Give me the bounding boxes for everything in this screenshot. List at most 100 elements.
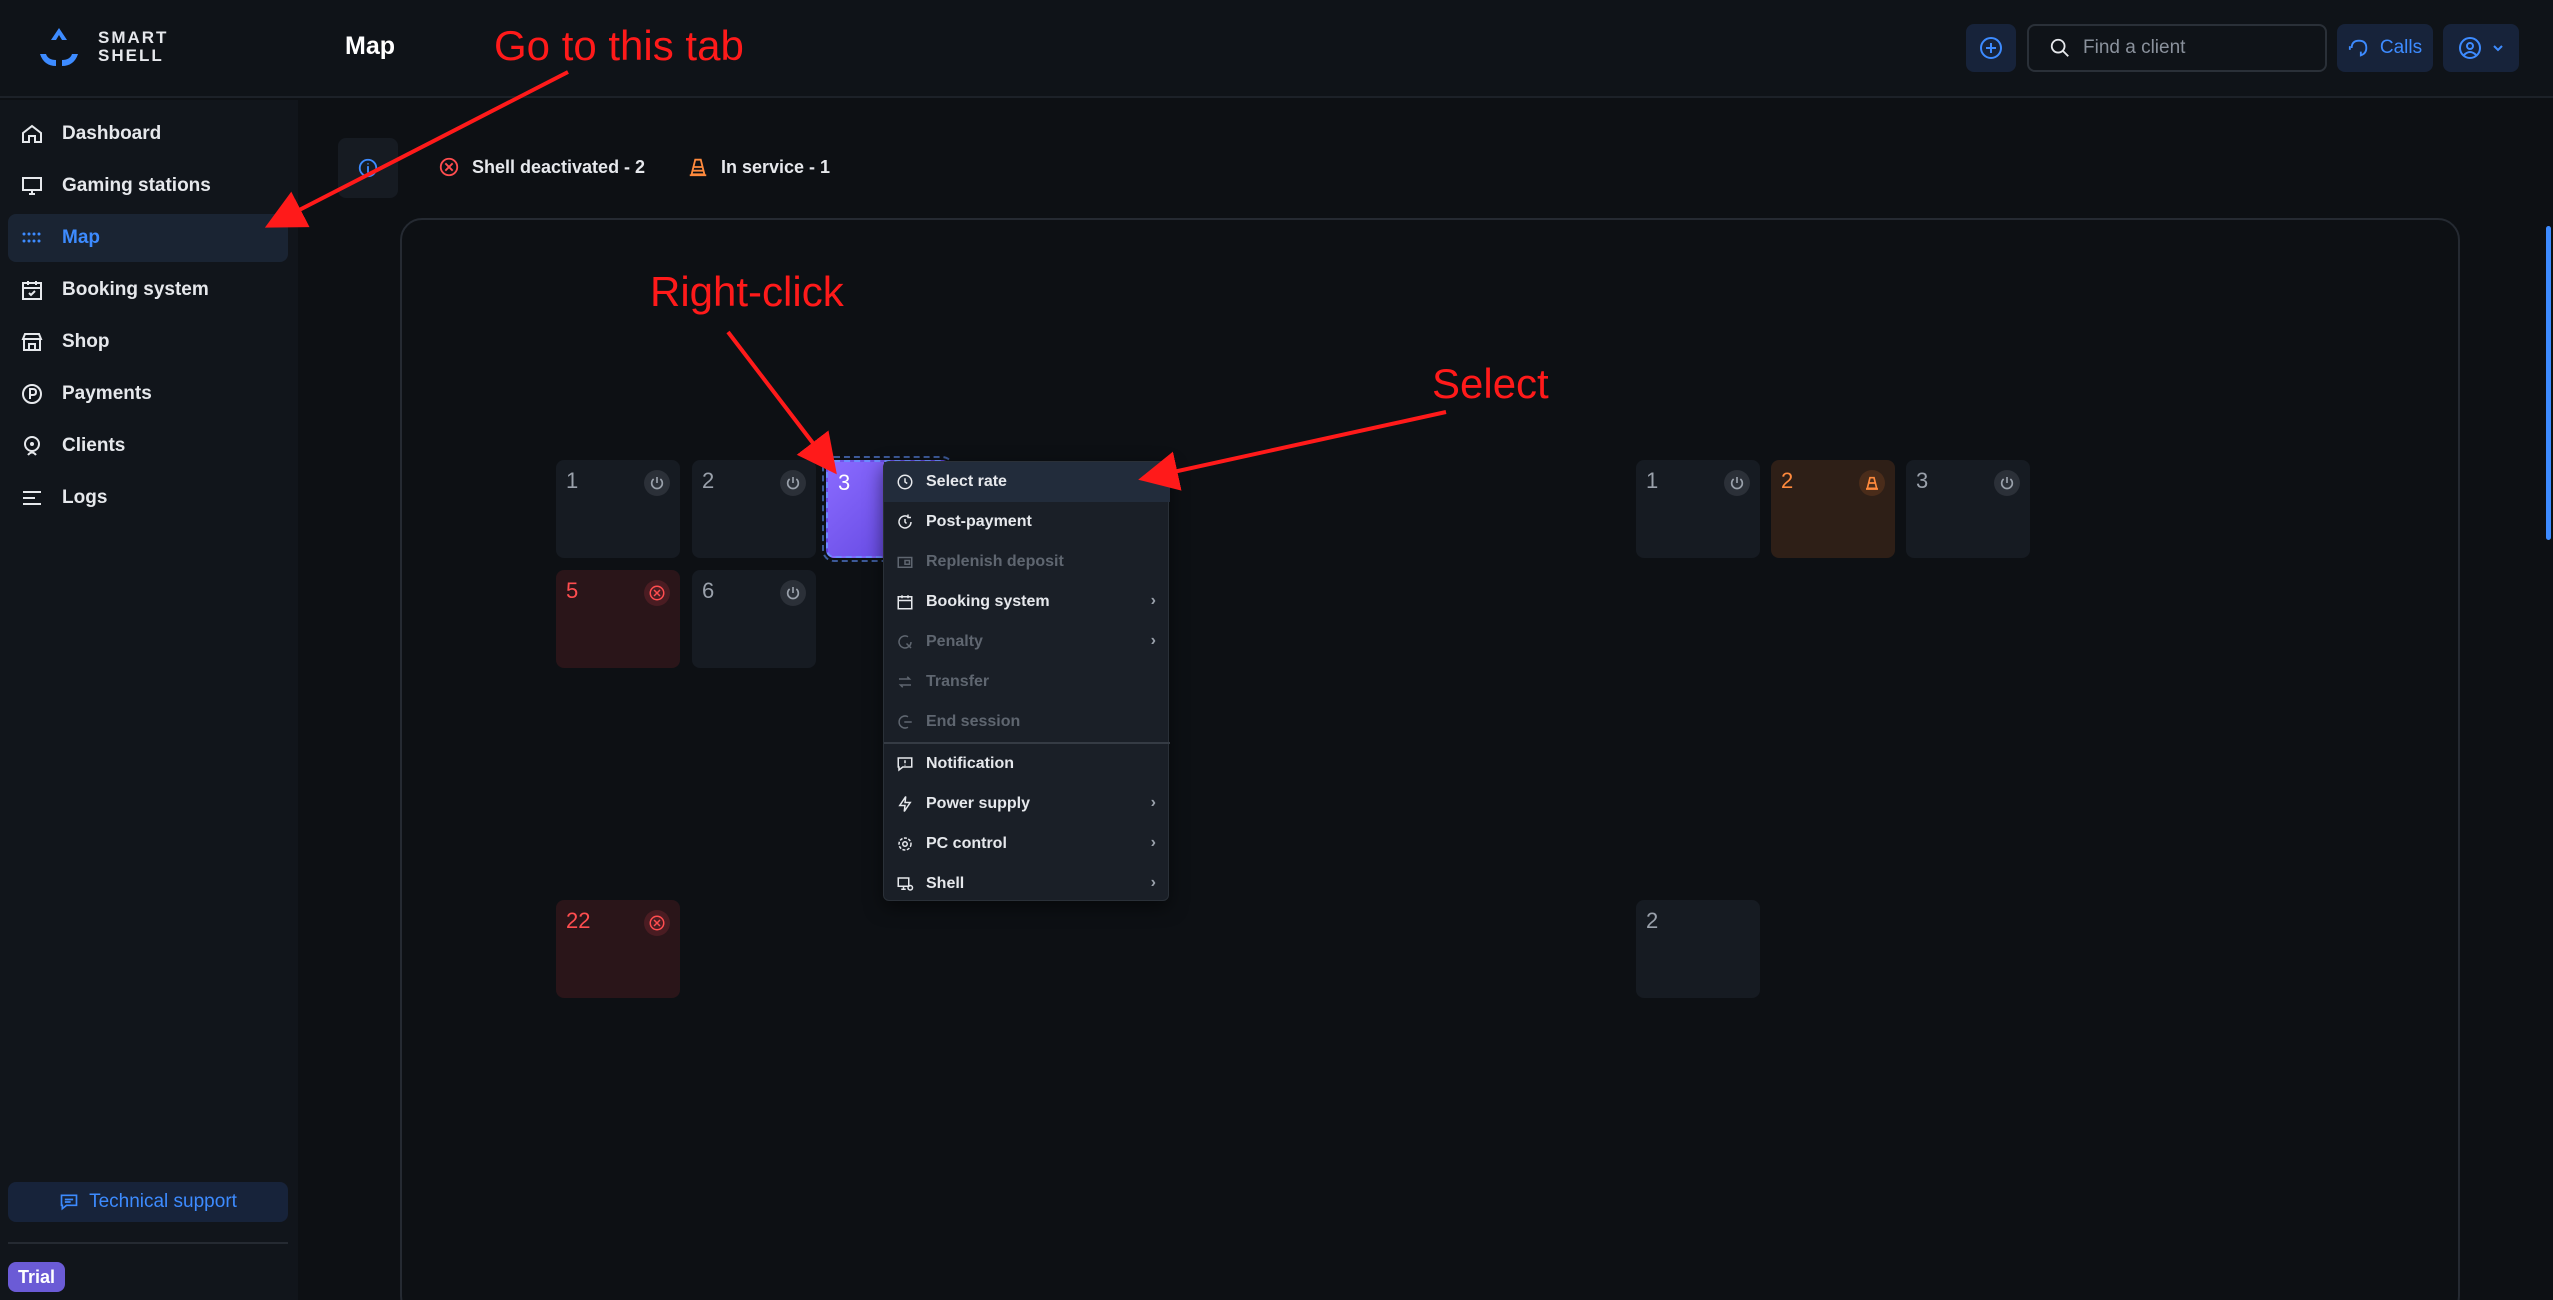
sidebar-divider bbox=[8, 1242, 288, 1244]
calls-label: Calls bbox=[2379, 37, 2423, 58]
store-icon bbox=[21, 333, 43, 351]
sidebar-item-shop[interactable]: Shop bbox=[8, 318, 288, 366]
sidebar-item-map[interactable]: Map bbox=[8, 214, 288, 262]
info-button[interactable] bbox=[338, 138, 398, 198]
user-circle-icon bbox=[2459, 37, 2481, 59]
transfer-icon bbox=[898, 676, 912, 688]
deactivated-icon bbox=[644, 910, 670, 936]
technical-support-button[interactable]: Technical support bbox=[8, 1182, 288, 1222]
client-search[interactable] bbox=[2027, 24, 2327, 72]
page-title: Map bbox=[345, 32, 395, 60]
menu-item-penalty[interactable]: Penalty › bbox=[884, 622, 1170, 662]
menu-item-label: Post-payment bbox=[926, 513, 1032, 530]
technical-support-label: Technical support bbox=[89, 1191, 237, 1212]
sidebar-item-label: Clients bbox=[62, 435, 126, 456]
menu-item-label: Notification bbox=[926, 755, 1014, 772]
station-tile[interactable]: 6 bbox=[692, 570, 816, 668]
info-icon bbox=[358, 158, 378, 178]
chevron-right-icon: › bbox=[1150, 874, 1156, 891]
station-tile[interactable]: 2 bbox=[1771, 460, 1895, 558]
sidebar-item-label: Payments bbox=[62, 383, 152, 404]
station-tile[interactable]: 1 bbox=[556, 460, 680, 558]
menu-item-label: Booking system bbox=[926, 593, 1050, 610]
menu-item-booking-system[interactable]: Booking system › bbox=[884, 582, 1170, 622]
refresh-clock-icon bbox=[898, 514, 912, 529]
wallet-icon bbox=[897, 556, 913, 568]
legend-in-service: In service - 1 bbox=[687, 156, 830, 178]
menu-item-shell[interactable]: Shell › bbox=[884, 864, 1170, 904]
logo-text: SMART SHELL bbox=[98, 29, 168, 65]
chevron-right-icon: › bbox=[1150, 632, 1156, 649]
penalty-icon bbox=[898, 635, 912, 649]
sidebar-item-payments[interactable]: Payments bbox=[8, 370, 288, 418]
grid-dots-icon bbox=[22, 232, 41, 243]
calendar-icon bbox=[897, 595, 913, 610]
logo-line-1: SMART bbox=[98, 28, 169, 47]
menu-item-transfer[interactable]: Transfer bbox=[884, 662, 1170, 702]
logo-line-2: SHELL bbox=[98, 46, 164, 65]
gear-icon bbox=[898, 837, 912, 851]
station-number: 2 bbox=[1646, 908, 1659, 933]
search-input[interactable] bbox=[2083, 37, 2313, 59]
sidebar-item-logs[interactable]: Logs bbox=[8, 474, 288, 522]
power-icon bbox=[780, 470, 806, 496]
chevron-right-icon: › bbox=[1150, 794, 1156, 811]
sidebar-item-dashboard[interactable]: Dashboard bbox=[8, 110, 288, 158]
menu-item-label: Power supply bbox=[926, 795, 1031, 812]
home-icon bbox=[22, 124, 42, 143]
user-icon bbox=[24, 436, 40, 456]
power-icon bbox=[1724, 470, 1750, 496]
list-icon bbox=[23, 491, 41, 505]
end-session-icon bbox=[898, 715, 912, 729]
speaker-icon bbox=[2348, 39, 2368, 57]
sidebar-item-clients[interactable]: Clients bbox=[8, 422, 288, 470]
menu-item-label: PC control bbox=[926, 835, 1007, 852]
chevron-down-icon bbox=[2493, 45, 2503, 52]
sidebar-item-label: Shop bbox=[62, 331, 110, 352]
add-button[interactable] bbox=[1966, 24, 2016, 72]
search-icon bbox=[2050, 38, 2069, 57]
station-tile[interactable]: 22 bbox=[556, 900, 680, 998]
station-tile[interactable]: 2 bbox=[692, 460, 816, 558]
annotation-go-to-tab: Go to this tab bbox=[494, 22, 744, 69]
menu-item-label: Shell bbox=[926, 875, 965, 892]
context-menu: Select rate Post-payment Replenish depos… bbox=[883, 461, 1170, 904]
station-tile[interactable]: 2 bbox=[1636, 900, 1760, 998]
sidebar-item-label: Booking system bbox=[62, 279, 209, 300]
sidebar-item-gaming-stations[interactable]: Gaming stations bbox=[8, 162, 288, 210]
menu-item-label: Select rate bbox=[926, 473, 1007, 490]
sidebar-item-booking-system[interactable]: Booking system bbox=[8, 266, 288, 314]
monitor-settings-icon bbox=[897, 877, 914, 891]
scrollbar-thumb[interactable] bbox=[2546, 226, 2551, 540]
calendar-icon bbox=[22, 281, 42, 300]
top-bar: SMART SHELL Map Calls bbox=[0, 0, 2553, 98]
power-icon bbox=[780, 580, 806, 606]
station-tile[interactable]: 1 bbox=[1636, 460, 1760, 558]
sidebar-item-label: Dashboard bbox=[62, 123, 162, 144]
user-menu-button[interactable] bbox=[2443, 24, 2519, 72]
menu-item-end-session[interactable]: End session bbox=[884, 702, 1170, 742]
menu-item-post-payment[interactable]: Post-payment bbox=[884, 502, 1170, 542]
menu-item-label: Replenish deposit bbox=[926, 553, 1064, 570]
menu-item-label: Penalty bbox=[926, 633, 983, 650]
deactivated-icon bbox=[439, 157, 459, 177]
menu-item-power-supply[interactable]: Power supply › bbox=[884, 784, 1170, 824]
chat-icon bbox=[60, 1194, 78, 1211]
menu-item-select-rate[interactable]: Select rate bbox=[884, 462, 1170, 502]
sidebar-item-label: Map bbox=[62, 227, 100, 248]
map-canvas bbox=[400, 218, 2460, 1300]
menu-item-notification[interactable]: Notification bbox=[884, 744, 1170, 784]
station-tile[interactable]: 5 bbox=[556, 570, 680, 668]
sidebar: Dashboard Gaming stations Map Booking sy… bbox=[0, 100, 298, 1300]
menu-item-pc-control[interactable]: PC control › bbox=[884, 824, 1170, 864]
menu-item-replenish-deposit[interactable]: Replenish deposit bbox=[884, 542, 1170, 582]
traffic-cone-icon bbox=[1859, 470, 1885, 496]
app-logo[interactable]: SMART SHELL bbox=[34, 24, 168, 70]
calls-button[interactable]: Calls bbox=[2337, 24, 2433, 72]
monitor-icon bbox=[22, 177, 42, 195]
station-tile[interactable]: 3 bbox=[1906, 460, 2030, 558]
annotation-select: Select bbox=[1432, 360, 1549, 407]
legend-deactivated-label: Shell deactivated - 2 bbox=[472, 156, 646, 177]
chevron-right-icon: › bbox=[1150, 592, 1156, 609]
sidebar-item-label: Gaming stations bbox=[62, 175, 211, 196]
